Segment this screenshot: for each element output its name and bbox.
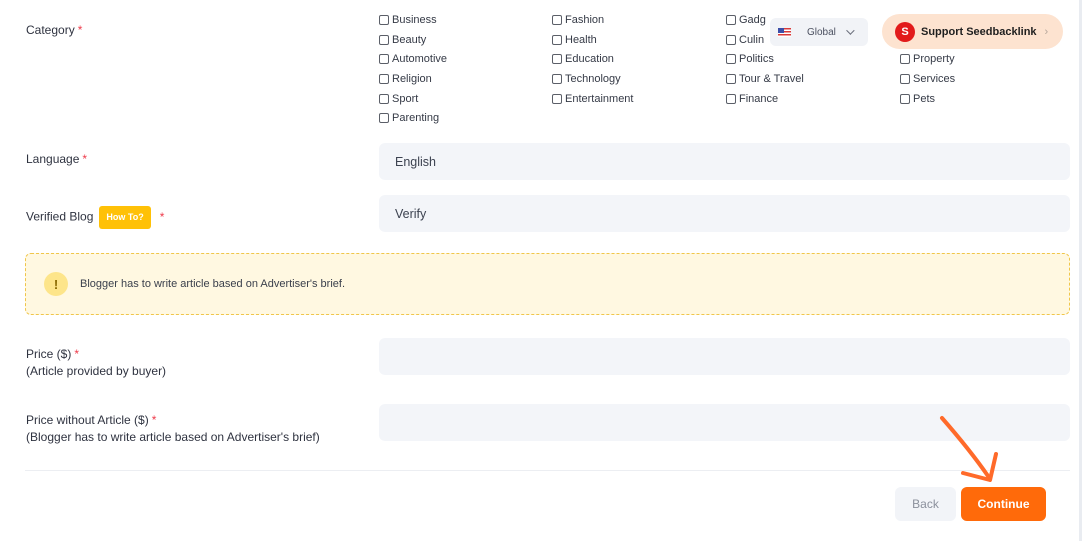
category-option[interactable]: Finance	[726, 91, 778, 107]
price-input[interactable]	[379, 338, 1070, 375]
category-option[interactable]: Gadg	[726, 12, 766, 28]
category-option[interactable]: Automotive	[379, 51, 447, 67]
region-selector[interactable]: Global	[770, 18, 868, 46]
language-label: Language *	[26, 152, 88, 166]
pointer-arrow-icon	[940, 416, 998, 482]
category-option[interactable]: Pets	[900, 91, 935, 107]
category-option[interactable]: Education	[552, 51, 614, 67]
category-option[interactable]: Politics	[726, 51, 774, 67]
category-option[interactable]: Services	[900, 71, 955, 87]
warning-icon: !	[44, 272, 68, 296]
how-to-badge[interactable]: How To?	[99, 206, 151, 229]
continue-button[interactable]: Continue	[961, 487, 1046, 521]
chevron-right-icon: ›	[1044, 25, 1049, 38]
seedbacklink-logo-icon: S	[895, 21, 915, 42]
price-without-article-sublabel: (Blogger has to write article based on A…	[26, 430, 320, 444]
category-label: Category *	[26, 23, 83, 37]
category-option[interactable]: Entertainment	[552, 91, 633, 107]
region-label: Global	[807, 26, 836, 38]
category-option[interactable]: Health	[552, 32, 597, 48]
price-label: Price ($) * (Article provided by buyer)	[26, 347, 167, 378]
category-option[interactable]: Tour & Travel	[726, 71, 804, 87]
category-option[interactable]: Culin	[726, 32, 764, 48]
verified-blog-label: Verified Blog How To? *	[26, 206, 164, 229]
support-button[interactable]: S Support Seedbacklink ›	[882, 14, 1063, 49]
category-option[interactable]: Fashion	[552, 12, 604, 28]
category-option[interactable]: Parenting	[379, 110, 439, 126]
category-option[interactable]: Sport	[379, 91, 418, 107]
verify-field[interactable]: Verify	[379, 195, 1070, 232]
chevron-down-icon	[846, 26, 855, 35]
category-option[interactable]: Religion	[379, 71, 432, 87]
price-sublabel: (Article provided by buyer)	[26, 364, 167, 378]
us-flag-icon	[778, 27, 791, 37]
category-option[interactable]: Technology	[552, 71, 621, 87]
category-option[interactable]: Property	[900, 51, 955, 67]
notice-text: Blogger has to write article based on Ad…	[80, 278, 346, 290]
form-divider	[25, 470, 1070, 471]
category-option[interactable]: Beauty	[379, 32, 426, 48]
back-button[interactable]: Back	[895, 487, 956, 521]
support-label: Support Seedbacklink	[921, 25, 1037, 38]
language-select[interactable]: English	[379, 143, 1070, 180]
info-notice: ! Blogger has to write article based on …	[25, 253, 1070, 315]
price-without-article-label: Price without Article ($) * (Blogger has …	[26, 413, 320, 444]
category-option[interactable]: Business	[379, 12, 437, 28]
